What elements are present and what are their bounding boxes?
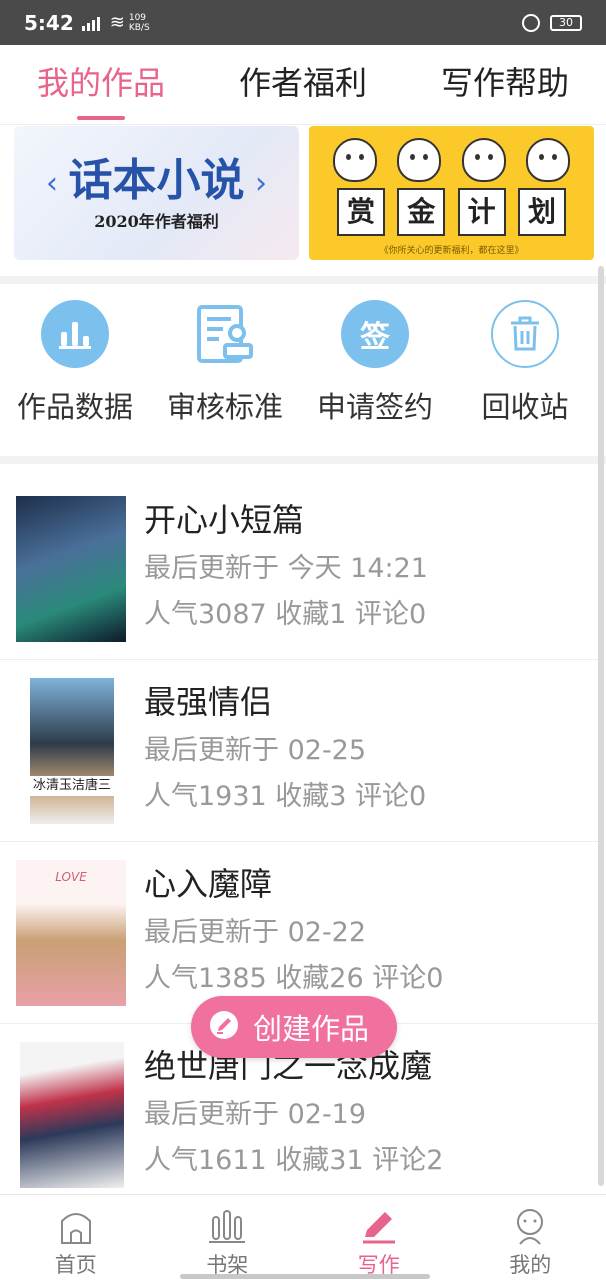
action-label: 作品数据	[16, 390, 133, 424]
work-updated: 最后更新于 02-19	[144, 1099, 367, 1130]
status-time: 5:42	[24, 10, 74, 35]
home-indicator	[180, 1274, 430, 1279]
pen-icon	[303, 1203, 455, 1249]
banner-char: 计	[457, 188, 506, 236]
apply-contract-button[interactable]: 签 申请签约	[300, 286, 450, 456]
profile-icon	[455, 1203, 606, 1249]
work-stats: 人气1931 收藏3 评论0	[144, 781, 427, 812]
battery-icon: 30	[550, 14, 582, 31]
work-updated: 最后更新于 02-22	[144, 917, 367, 948]
action-label: 回收站	[481, 390, 569, 424]
action-label: 申请签约	[316, 390, 433, 424]
cat-illustration	[333, 138, 377, 182]
net-speed: 109 KB/S	[128, 12, 150, 33]
banner-row: ‹ › 话本小说 2020年作者福利 赏 金 计 划 《你所关心的更新福利，都在…	[14, 126, 594, 260]
tab-my-works[interactable]: 我的作品	[0, 45, 202, 124]
top-tabs: 我的作品 作者福利 写作帮助	[0, 45, 606, 125]
home-icon	[0, 1203, 152, 1249]
cat-illustration	[525, 138, 570, 182]
book-cover	[16, 496, 126, 642]
work-stats: 人气3087 收藏1 评论0	[144, 599, 427, 630]
recycle-bin-button[interactable]: 回收站	[450, 286, 600, 456]
review-standards-button[interactable]: 审核标准	[150, 286, 300, 456]
bar-chart-icon	[41, 300, 109, 368]
banner-char: 赏	[337, 188, 385, 236]
dnd-icon	[522, 13, 540, 32]
nav-home[interactable]: 首页	[0, 1195, 152, 1280]
work-title: 最强情侣	[144, 683, 273, 721]
create-work-button[interactable]: 创建作品	[191, 996, 397, 1058]
banner-subtitle: 《你所关心的更新福利，都在这里》	[379, 246, 524, 256]
bookshelf-icon	[152, 1203, 304, 1249]
work-title: 心入魔障	[144, 865, 273, 903]
work-stats: 人气1385 收藏26 评论0	[144, 963, 444, 994]
pencil-icon	[209, 1010, 239, 1044]
work-updated: 最后更新于 今天 14:21	[144, 553, 428, 584]
cat-illustration	[461, 138, 506, 182]
work-row[interactable]: 开心小短篇 最后更新于 今天 14:21 人气3087 收藏1 评论0	[0, 478, 600, 660]
nav-mine[interactable]: 我的	[455, 1195, 606, 1280]
nav-label: 首页	[54, 1253, 97, 1277]
banner-author-benefits[interactable]: ‹ › 话本小说 2020年作者福利	[14, 126, 299, 260]
nav-write[interactable]: 写作	[303, 1195, 455, 1280]
tab-author-benefits[interactable]: 作者福利	[202, 45, 404, 124]
book-cover	[20, 1042, 124, 1188]
nav-bookshelf[interactable]: 书架	[152, 1195, 304, 1280]
banner-title: 话本小说	[68, 155, 245, 206]
section-divider	[0, 276, 606, 284]
nav-label: 我的	[509, 1253, 552, 1277]
wifi-icon: ≋	[109, 12, 125, 33]
document-stamp-icon	[191, 300, 259, 368]
work-stats: 人气1611 收藏31 评论2	[144, 1145, 444, 1176]
banner-subtitle: 2020年作者福利	[94, 212, 219, 231]
signal-icon	[81, 15, 100, 31]
trash-icon	[491, 300, 559, 368]
section-divider	[0, 456, 606, 464]
sign-icon: 签	[341, 300, 409, 368]
create-work-label: 创建作品	[253, 1012, 370, 1046]
scrollbar[interactable]	[598, 266, 604, 1186]
action-grid: 作品数据 审核标准 签 申请签约 回收站	[0, 286, 600, 456]
works-data-button[interactable]: 作品数据	[0, 286, 150, 456]
bottom-nav: 首页 书架 写作 我的	[0, 1194, 606, 1280]
work-title: 开心小短篇	[144, 501, 305, 539]
work-row[interactable]: 冰清玉洁唐三 最强情侣 最后更新于 02-25 人气1931 收藏3 评论0	[0, 660, 600, 842]
book-cover: LOVE	[16, 860, 126, 1006]
banner-char: 划	[517, 188, 566, 236]
cover-text: 冰清玉洁唐三	[30, 776, 114, 796]
tab-writing-help[interactable]: 写作帮助	[404, 45, 606, 124]
status-bar: 5:42 ≋ 109 KB/S 30	[0, 0, 606, 45]
cat-illustration	[397, 138, 442, 182]
cover-text: LOVE	[55, 870, 87, 884]
book-cover: 冰清玉洁唐三	[30, 678, 114, 824]
banner-bounty-plan[interactable]: 赏 金 计 划 《你所关心的更新福利，都在这里》	[309, 126, 594, 260]
work-updated: 最后更新于 02-25	[144, 735, 367, 766]
works-list: 开心小短篇 最后更新于 今天 14:21 人气3087 收藏1 评论0 冰清玉洁…	[0, 478, 600, 1206]
banner-char: 金	[397, 188, 446, 236]
action-label: 审核标准	[166, 390, 283, 424]
